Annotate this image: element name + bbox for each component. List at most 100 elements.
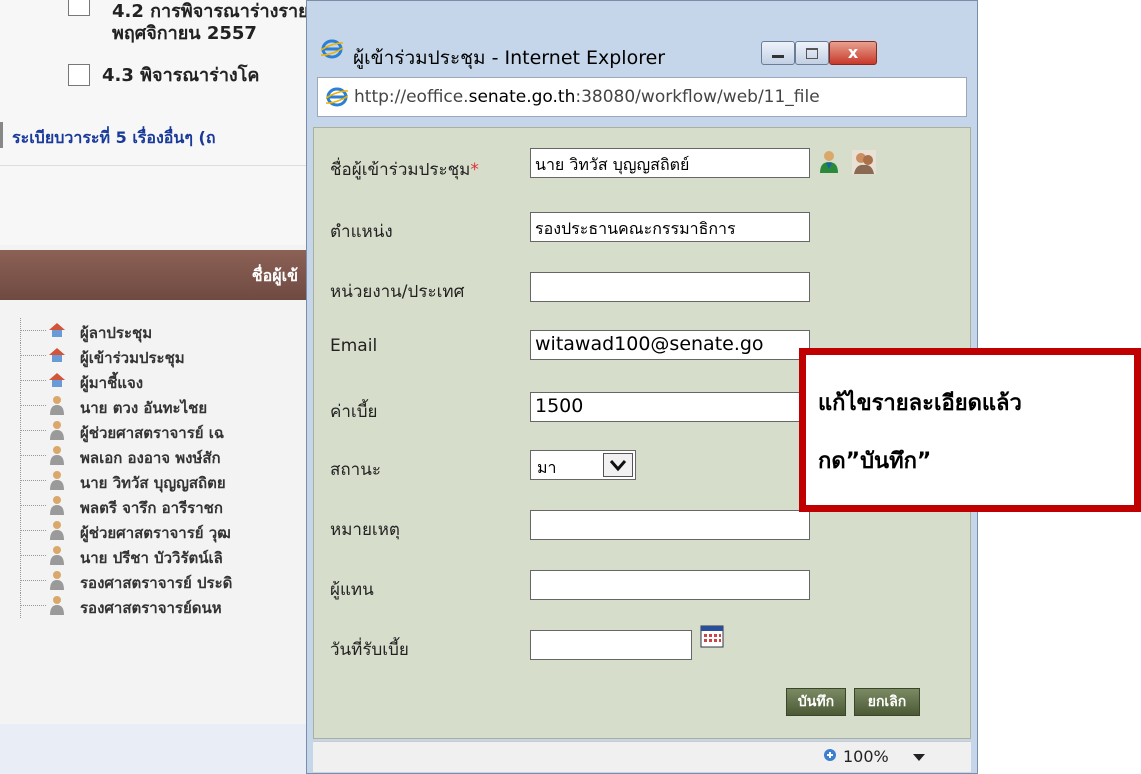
select-person-icon[interactable] — [818, 150, 840, 174]
house-icon — [49, 373, 65, 387]
name-label-text: ชื่อผู้เข้าร่วมประชุม — [330, 160, 471, 180]
url-suffix: :38080/workflow/web/11_file — [575, 87, 820, 107]
person-icon — [50, 521, 64, 540]
select-group-icon[interactable] — [852, 150, 876, 174]
agenda-42-date: พฤศจิกายน 2557 — [112, 23, 257, 44]
agenda-42-checkbox[interactable] — [68, 0, 90, 16]
position-field[interactable]: รองประธานคณะกรรมาธิการ — [530, 212, 810, 242]
tree-connector — [20, 580, 46, 581]
tree-item[interactable]: ผู้เข้าร่วมประชุม — [0, 343, 320, 368]
close-icon: x — [847, 43, 859, 62]
tree-connector — [20, 505, 46, 506]
tree-connector — [20, 330, 46, 331]
callout-line-2: กด”บันทึก” — [818, 449, 932, 474]
tree-connector — [20, 405, 46, 406]
tree-connector — [20, 480, 46, 481]
maximize-icon — [806, 48, 818, 59]
allowance-field[interactable]: 1500 — [530, 392, 810, 422]
house-icon — [49, 348, 65, 362]
tree-item[interactable]: นาย วิทวัส บุญญสถิตย — [0, 468, 320, 493]
agency-label: หน่วยงาน/ประเทศ — [330, 282, 465, 302]
tree-item-label: ผู้ช่วยศาสตราจารย์ วุฒ — [80, 524, 231, 542]
person-icon — [50, 496, 64, 515]
tree-connector — [20, 430, 46, 431]
tree-item[interactable]: นาย ตวง อันทะไชย — [0, 393, 320, 418]
cancel-button[interactable]: ยกเลิก — [854, 688, 920, 716]
tree-item[interactable]: พลเอก องอาจ พงษ์สัก — [0, 443, 320, 468]
tree-item-label: รองศาสตราจารย์ดนห — [80, 599, 222, 617]
required-mark: * — [470, 160, 479, 180]
person-icon — [50, 396, 64, 415]
agenda-5-link[interactable]: ระเบียบวาระที่ 5 เรื่องอื่นๆ (ถ — [0, 122, 216, 151]
agenda-area: 4.2 การพิจารณาร่างรายงานการประชุมคณะกรรม… — [0, 0, 558, 245]
date-field[interactable] — [530, 630, 692, 660]
tree-item-label: ผู้ช่วยศาสตราจารย์ เฉ — [80, 424, 225, 442]
zoom-icon[interactable] — [823, 748, 839, 764]
zoom-level[interactable]: 100% — [843, 747, 889, 766]
note-field[interactable] — [530, 510, 810, 540]
zoom-dropdown-icon[interactable] — [913, 754, 925, 761]
house-icon — [49, 323, 65, 337]
status-select[interactable]: มา — [530, 450, 636, 480]
tree-item-label: ผู้มาชี้แจง — [80, 374, 144, 392]
tree-item-label: พลตรี จารึก อารีราชก — [80, 499, 223, 517]
tree-connector — [20, 455, 46, 456]
agenda-43-row: 4.3 พิจารณาร่างโค — [68, 60, 259, 89]
person-icon — [50, 596, 64, 615]
url-domain: senate.go.th — [468, 87, 576, 107]
tree-item[interactable]: ผู้ลาประชุม — [0, 318, 320, 343]
person-icon — [50, 546, 64, 565]
close-button[interactable]: x — [829, 41, 877, 65]
tree-item-label: นาย ปรีชา บัววิรัตน์เลิ — [80, 549, 223, 567]
ie-logo-icon — [321, 39, 343, 59]
instruction-callout: แก้ไขรายละเอียดแล้ว กด”บันทึก” — [799, 348, 1141, 512]
person-icon — [50, 446, 64, 465]
substitute-field[interactable] — [530, 570, 810, 600]
tree-item-label: นาย วิทวัส บุญญสถิตย — [80, 474, 226, 492]
section-header-label: ชื่อผู้เข้ — [251, 266, 298, 285]
position-label: ตำแหน่ง — [330, 222, 393, 242]
agenda-43-label: 4.3 พิจารณาร่างโค — [102, 65, 260, 86]
agency-field[interactable] — [530, 272, 810, 302]
title-bar[interactable]: ผู้เข้าร่วมประชุม - Internet Explorer x — [307, 15, 977, 69]
email-label: Email — [330, 336, 378, 356]
name-field[interactable]: นาย วิทวัส บุญญสถิตย์ — [530, 148, 810, 178]
tree-item[interactable]: ผู้ช่วยศาสตราจารย์ วุฒ — [0, 518, 320, 543]
window-title: ผู้เข้าร่วมประชุม - Internet Explorer — [353, 47, 666, 69]
person-icon — [50, 421, 64, 440]
maximize-button[interactable] — [795, 41, 829, 65]
tree-connector — [20, 605, 46, 606]
status-dropdown-button[interactable] — [603, 453, 633, 477]
tree-item[interactable]: ผู้ช่วยศาสตราจารย์ เฉ — [0, 418, 320, 443]
status-label: สถานะ — [330, 460, 381, 480]
tree-item-label: พลเอก องอาจ พงษ์สัก — [80, 449, 221, 467]
callout-line-1: แก้ไขรายละเอียดแล้ว — [818, 391, 1022, 416]
tree-item-label: รองศาสตราจารย์ ประดิ — [80, 574, 233, 592]
name-label: ชื่อผู้เข้าร่วมประชุม* — [330, 156, 479, 183]
person-icon — [50, 471, 64, 490]
chevron-down-icon — [609, 460, 627, 472]
tree-item[interactable]: ผู้มาชี้แจง — [0, 368, 320, 393]
tree-connector — [20, 355, 46, 356]
person-icon — [50, 571, 64, 590]
save-button[interactable]: บันทึก — [786, 688, 846, 716]
ie-page-icon — [326, 87, 348, 107]
taskbar — [0, 724, 320, 774]
tree-item[interactable]: รองศาสตราจารย์ดนห — [0, 593, 320, 618]
tree-item[interactable]: พลตรี จารึก อารีราชก — [0, 493, 320, 518]
attendee-tree: ผู้ลาประชุม ผู้เข้าร่วมประชุม ผู้มาชี้แจงน… — [0, 318, 320, 618]
status-bar: 100% — [313, 741, 971, 772]
tree-item-label: ผู้เข้าร่วมประชุม — [80, 349, 185, 367]
address-bar[interactable]: http://eoffice.senate.go.th:38080/workfl… — [317, 77, 967, 117]
status-selected-value: มา — [537, 458, 557, 477]
tree-connector — [20, 555, 46, 556]
calendar-icon[interactable] — [700, 624, 724, 648]
tree-item[interactable]: รองศาสตราจารย์ ประดิ — [0, 568, 320, 593]
tree-connector — [20, 380, 46, 381]
allowance-label: ค่าเบี้ย — [330, 402, 378, 422]
email-field[interactable]: witawad100@senate.go — [530, 330, 810, 360]
agenda-43-checkbox[interactable] — [68, 63, 90, 86]
date-label: วันที่รับเบี้ย — [330, 640, 409, 660]
minimize-button[interactable] — [761, 41, 795, 65]
tree-item[interactable]: นาย ปรีชา บัววิรัตน์เลิ — [0, 543, 320, 568]
